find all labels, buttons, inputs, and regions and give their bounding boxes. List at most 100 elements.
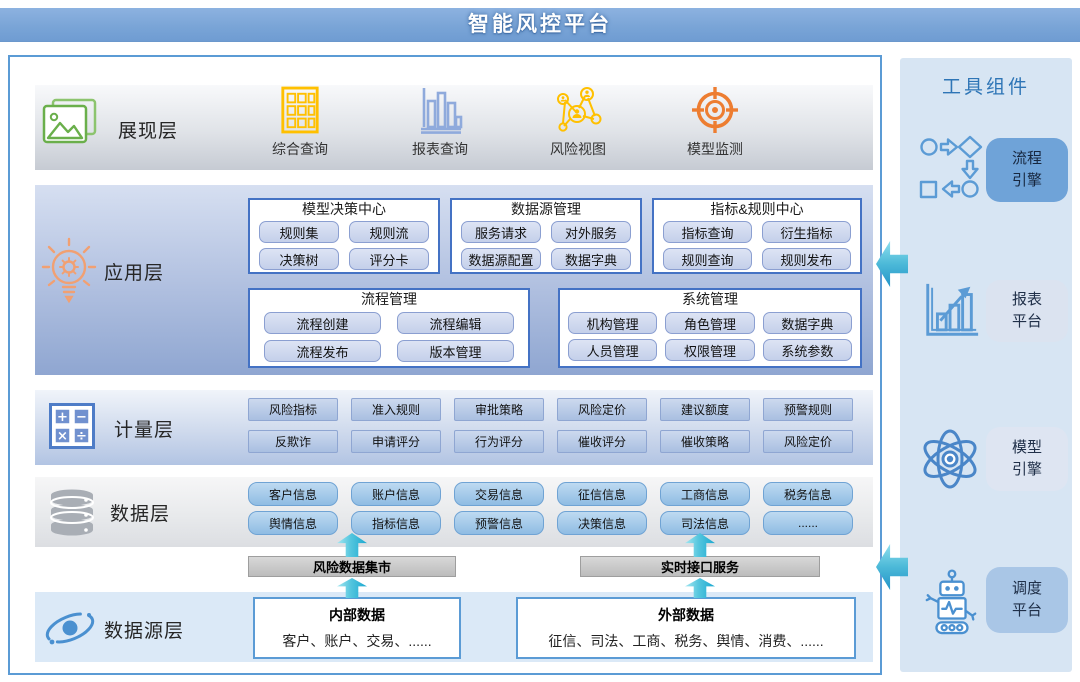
app-module-chip: 指标查询 <box>663 221 752 243</box>
app-module-chip: 衍生指标 <box>762 221 851 243</box>
data-chip: 决策信息 <box>557 511 647 535</box>
sidebar-item-process-engine: 流程引擎 <box>986 138 1068 202</box>
external-data-title: 外部数据 <box>518 605 854 625</box>
presentation-item-label: 报表查询 <box>412 139 468 159</box>
app-group-indicator-rule-center: 指标&规则中心 指标查询 衍生指标 规则查询 规则发布 <box>652 198 862 274</box>
app-module-chip: 流程编辑 <box>397 312 514 334</box>
grid-icon <box>279 86 321 134</box>
measure-chip: 催收策略 <box>660 430 750 453</box>
app-module-chip: 决策树 <box>259 248 339 270</box>
app-module-chip: 规则集 <box>259 221 339 243</box>
app-module-chip: 流程创建 <box>264 312 381 334</box>
flowchart-icon <box>918 134 984 200</box>
data-chip: 税务信息 <box>763 482 853 506</box>
risk-platform-diagram: 智能风控平台 展现层 应用层 <box>0 0 1080 682</box>
app-module-chip: 系统参数 <box>763 339 852 361</box>
atom-icon <box>918 426 982 492</box>
measure-chip: 建议额度 <box>660 398 750 421</box>
presentation-item: 报表查询 <box>380 86 500 154</box>
barchart-icon <box>417 86 463 134</box>
measure-chip: 准入规则 <box>351 398 441 421</box>
svg-text:−: − <box>76 410 87 425</box>
data-chip: 舆情信息 <box>248 511 338 535</box>
group-title: 流程管理 <box>250 291 528 308</box>
app-module-chip: 服务请求 <box>461 221 541 243</box>
measure-chip: 催收评分 <box>557 430 647 453</box>
sidebar-title: 工具组件 <box>900 72 1072 99</box>
internal-data-box: 内部数据 客户、账户、交易、...... <box>253 597 461 659</box>
presentation-item: 风险视图 <box>518 86 638 154</box>
presentation-item-label: 综合查询 <box>272 139 328 159</box>
app-module-chip: 规则发布 <box>762 248 851 270</box>
page-title: 智能风控平台 <box>0 8 1080 42</box>
sidebar-item-model-engine: 模型引擎 <box>986 427 1068 491</box>
database-icon <box>46 488 98 536</box>
data-chip: 客户信息 <box>248 482 338 506</box>
data-chip: 账户信息 <box>351 482 441 506</box>
galaxy-icon <box>42 604 98 652</box>
layer-label: 计量层 <box>114 415 174 442</box>
app-module-chip: 机构管理 <box>568 312 657 334</box>
measure-chip: 风险指标 <box>248 398 338 421</box>
app-module-chip: 流程发布 <box>264 340 381 362</box>
measure-chip: 风险定价 <box>557 398 647 421</box>
data-chip: 工商信息 <box>660 482 750 506</box>
measure-chip: 行为评分 <box>454 430 544 453</box>
layer-label: 数据源层 <box>104 616 184 643</box>
app-group-process-mgmt: 流程管理 流程创建 流程编辑 流程发布 版本管理 <box>248 288 530 368</box>
data-chip: ...... <box>763 511 853 535</box>
measure-chip: 预警规则 <box>763 398 853 421</box>
data-chip: 司法信息 <box>660 511 750 535</box>
layer-label: 数据层 <box>110 499 170 526</box>
app-module-chip: 规则流 <box>349 221 429 243</box>
bulb-gear-icon <box>40 237 98 309</box>
measure-chip: 风险定价 <box>763 430 853 453</box>
app-module-chip: 数据源配置 <box>461 248 541 270</box>
app-group-system-mgmt: 系统管理 机构管理 角色管理 数据字典 人员管理 权限管理 系统参数 <box>558 288 862 368</box>
app-module-chip: 数据字典 <box>763 312 852 334</box>
svg-text:×: × <box>57 429 68 444</box>
bus-realtime-api-service: 实时接口服务 <box>580 556 820 577</box>
external-data-box: 外部数据 征信、司法、工商、税务、舆情、消费、...... <box>516 597 856 659</box>
group-title: 模型决策中心 <box>250 201 438 218</box>
data-chip: 征信信息 <box>557 482 647 506</box>
app-module-chip: 数据字典 <box>551 248 631 270</box>
app-module-chip: 角色管理 <box>665 312 754 334</box>
data-chip: 交易信息 <box>454 482 544 506</box>
bus-risk-data-mart: 风险数据集市 <box>248 556 456 577</box>
layer-label: 展现层 <box>118 116 178 143</box>
sidebar-item-scheduler-platform: 调度平台 <box>986 567 1068 633</box>
presentation-item-label: 模型监测 <box>687 139 743 159</box>
sidebar-item-report-platform: 报表平台 <box>986 280 1068 342</box>
presentation-item-label: 风险视图 <box>550 139 606 159</box>
data-chip: 预警信息 <box>454 511 544 535</box>
data-chip: 指标信息 <box>351 511 441 535</box>
app-module-chip: 权限管理 <box>665 339 754 361</box>
app-module-chip: 规则查询 <box>663 248 752 270</box>
app-module-chip: 评分卡 <box>349 248 429 270</box>
group-title: 指标&规则中心 <box>654 201 860 218</box>
app-group-model-decision: 模型决策中心 规则集 规则流 决策树 评分卡 <box>248 198 440 274</box>
robot-icon <box>920 568 982 638</box>
target-icon <box>691 86 739 134</box>
measure-chip: 申请评分 <box>351 430 441 453</box>
measure-chip: 审批策略 <box>454 398 544 421</box>
svg-text:÷: ÷ <box>76 429 87 444</box>
sidebar-tools: 工具组件 流程引擎 报表平台 <box>900 58 1072 672</box>
app-module-chip: 人员管理 <box>568 339 657 361</box>
report-chart-icon <box>920 280 982 342</box>
internal-data-title: 内部数据 <box>255 605 459 625</box>
svg-text:+: + <box>57 410 68 425</box>
app-module-chip: 版本管理 <box>397 340 514 362</box>
presentation-item: 综合查询 <box>240 86 360 154</box>
presentation-item: 模型监测 <box>655 86 775 154</box>
calculator-icon: +− × ÷ <box>48 402 96 450</box>
app-group-datasource-mgmt: 数据源管理 服务请求 对外服务 数据源配置 数据字典 <box>450 198 642 274</box>
external-data-desc: 征信、司法、工商、税务、舆情、消费、...... <box>518 631 854 651</box>
group-title: 数据源管理 <box>452 201 640 218</box>
group-title: 系统管理 <box>560 291 860 308</box>
internal-data-desc: 客户、账户、交易、...... <box>255 631 459 651</box>
app-module-chip: 对外服务 <box>551 221 631 243</box>
layer-label: 应用层 <box>104 258 164 285</box>
network-icon <box>553 86 603 134</box>
